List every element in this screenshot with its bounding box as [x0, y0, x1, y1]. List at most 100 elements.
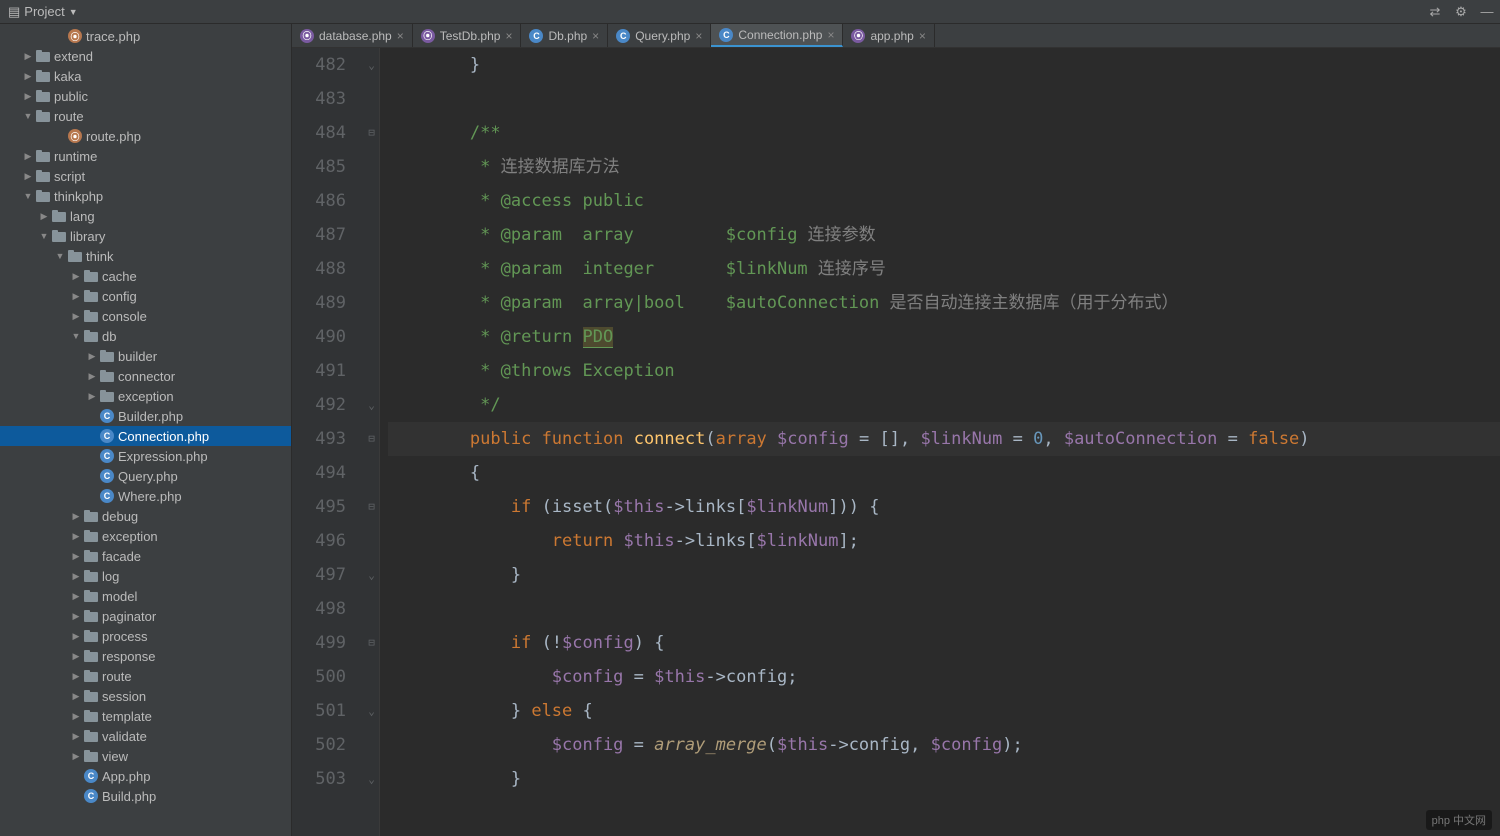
- scroll-from-source-icon[interactable]: ⇄: [1426, 3, 1444, 21]
- code-line[interactable]: [388, 592, 1500, 626]
- fold-marker[interactable]: [364, 456, 379, 490]
- tree-item-build-php[interactable]: CBuild.php: [0, 786, 291, 806]
- tab-query-php[interactable]: CQuery.php×: [608, 24, 711, 47]
- fold-marker[interactable]: [364, 592, 379, 626]
- tab-app-php[interactable]: ⦿app.php×: [843, 24, 934, 47]
- tree-arrow-icon[interactable]: [86, 470, 98, 482]
- tree-item-script[interactable]: script: [0, 166, 291, 186]
- code-line[interactable]: } else {: [388, 694, 1500, 728]
- code-line[interactable]: {: [388, 456, 1500, 490]
- tree-item-extend[interactable]: extend: [0, 46, 291, 66]
- code-line[interactable]: }: [388, 558, 1500, 592]
- fold-marker[interactable]: ⊟: [364, 490, 379, 524]
- tree-item-cache[interactable]: cache: [0, 266, 291, 286]
- fold-gutter[interactable]: ⌃⊟⌃⊟⊟⌃⊟⌃⌃: [364, 48, 380, 836]
- tree-arrow-icon[interactable]: [70, 630, 82, 642]
- tree-item-lang[interactable]: lang: [0, 206, 291, 226]
- tree-item-session[interactable]: session: [0, 686, 291, 706]
- tree-arrow-icon[interactable]: [70, 590, 82, 602]
- tree-item-library[interactable]: library: [0, 226, 291, 246]
- tree-arrow-icon[interactable]: [86, 370, 98, 382]
- tree-arrow-icon[interactable]: [70, 290, 82, 302]
- close-icon[interactable]: ×: [592, 29, 599, 43]
- close-icon[interactable]: ×: [919, 29, 926, 43]
- tree-arrow-icon[interactable]: [54, 30, 66, 42]
- tree-arrow-icon[interactable]: [70, 550, 82, 562]
- close-icon[interactable]: ×: [397, 29, 404, 43]
- tree-item-facade[interactable]: facade: [0, 546, 291, 566]
- tree-item-response[interactable]: response: [0, 646, 291, 666]
- tree-item-route[interactable]: route: [0, 106, 291, 126]
- tree-item-query-php[interactable]: CQuery.php: [0, 466, 291, 486]
- tree-item-route-php[interactable]: ⦿route.php: [0, 126, 291, 146]
- fold-marker[interactable]: ⌃: [364, 388, 379, 422]
- tree-arrow-icon[interactable]: [70, 730, 82, 742]
- fold-marker[interactable]: [364, 354, 379, 388]
- fold-marker[interactable]: ⊟: [364, 116, 379, 150]
- code-line[interactable]: if (!$config) {: [388, 626, 1500, 660]
- hide-icon[interactable]: —: [1478, 3, 1496, 21]
- tree-arrow-icon[interactable]: [22, 170, 34, 182]
- tree-arrow-icon[interactable]: [70, 530, 82, 542]
- tree-arrow-icon[interactable]: [86, 410, 98, 422]
- tree-item-debug[interactable]: debug: [0, 506, 291, 526]
- fold-marker[interactable]: [364, 150, 379, 184]
- tree-arrow-icon[interactable]: [70, 570, 82, 582]
- tree-arrow-icon[interactable]: [22, 110, 34, 122]
- fold-marker[interactable]: ⌃: [364, 48, 379, 82]
- tree-arrow-icon[interactable]: [70, 710, 82, 722]
- fold-marker[interactable]: ⊟: [364, 626, 379, 660]
- fold-marker[interactable]: [364, 728, 379, 762]
- code-line[interactable]: if (isset($this->links[$linkNum])) {: [388, 490, 1500, 524]
- code-line[interactable]: $config = $this->config;: [388, 660, 1500, 694]
- tree-arrow-icon[interactable]: [22, 190, 34, 202]
- code-editor[interactable]: 4824834844854864874884894904914924934944…: [292, 48, 1500, 836]
- close-icon[interactable]: ×: [695, 29, 702, 43]
- code-line[interactable]: }: [388, 762, 1500, 796]
- tree-item-runtime[interactable]: runtime: [0, 146, 291, 166]
- tree-item-trace-php[interactable]: ⦿trace.php: [0, 26, 291, 46]
- fold-marker[interactable]: ⌃: [364, 694, 379, 728]
- code-line[interactable]: * @param array|bool $autoConnection 是否自动…: [388, 286, 1500, 320]
- tree-arrow-icon[interactable]: [86, 490, 98, 502]
- code-line[interactable]: * 连接数据库方法: [388, 150, 1500, 184]
- fold-marker[interactable]: [364, 82, 379, 116]
- tree-arrow-icon[interactable]: [86, 450, 98, 462]
- fold-marker[interactable]: [364, 286, 379, 320]
- tree-arrow-icon[interactable]: [70, 790, 82, 802]
- code-line[interactable]: [388, 82, 1500, 116]
- tree-item-connector[interactable]: connector: [0, 366, 291, 386]
- tree-arrow-icon[interactable]: [70, 270, 82, 282]
- tree-item-think[interactable]: think: [0, 246, 291, 266]
- tree-item-app-php[interactable]: CApp.php: [0, 766, 291, 786]
- fold-marker[interactable]: [364, 218, 379, 252]
- tree-item-view[interactable]: view: [0, 746, 291, 766]
- code-line[interactable]: public function connect(array $config = …: [388, 422, 1500, 456]
- tree-arrow-icon[interactable]: [86, 390, 98, 402]
- tree-arrow-icon[interactable]: [86, 350, 98, 362]
- close-icon[interactable]: ×: [505, 29, 512, 43]
- tree-arrow-icon[interactable]: [70, 330, 82, 342]
- tree-arrow-icon[interactable]: [54, 250, 66, 262]
- code-line[interactable]: return $this->links[$linkNum];: [388, 524, 1500, 558]
- tree-item-log[interactable]: log: [0, 566, 291, 586]
- code-line[interactable]: * @param array $config 连接参数: [388, 218, 1500, 252]
- tree-item-builder[interactable]: builder: [0, 346, 291, 366]
- tree-item-public[interactable]: public: [0, 86, 291, 106]
- code-body[interactable]: } /** * 连接数据库方法 * @access public * @para…: [380, 48, 1500, 836]
- tree-item-exception[interactable]: exception: [0, 386, 291, 406]
- code-line[interactable]: */: [388, 388, 1500, 422]
- tree-arrow-icon[interactable]: [54, 130, 66, 142]
- tree-arrow-icon[interactable]: [70, 670, 82, 682]
- code-line[interactable]: * @access public: [388, 184, 1500, 218]
- tree-item-console[interactable]: console: [0, 306, 291, 326]
- gear-icon[interactable]: ⚙: [1452, 3, 1470, 21]
- close-icon[interactable]: ×: [827, 28, 834, 42]
- tree-item-builder-php[interactable]: CBuilder.php: [0, 406, 291, 426]
- tree-arrow-icon[interactable]: [70, 510, 82, 522]
- tree-item-template[interactable]: template: [0, 706, 291, 726]
- tree-arrow-icon[interactable]: [22, 70, 34, 82]
- tree-arrow-icon[interactable]: [70, 610, 82, 622]
- code-line[interactable]: $config = array_merge($this->config, $co…: [388, 728, 1500, 762]
- tree-arrow-icon[interactable]: [70, 750, 82, 762]
